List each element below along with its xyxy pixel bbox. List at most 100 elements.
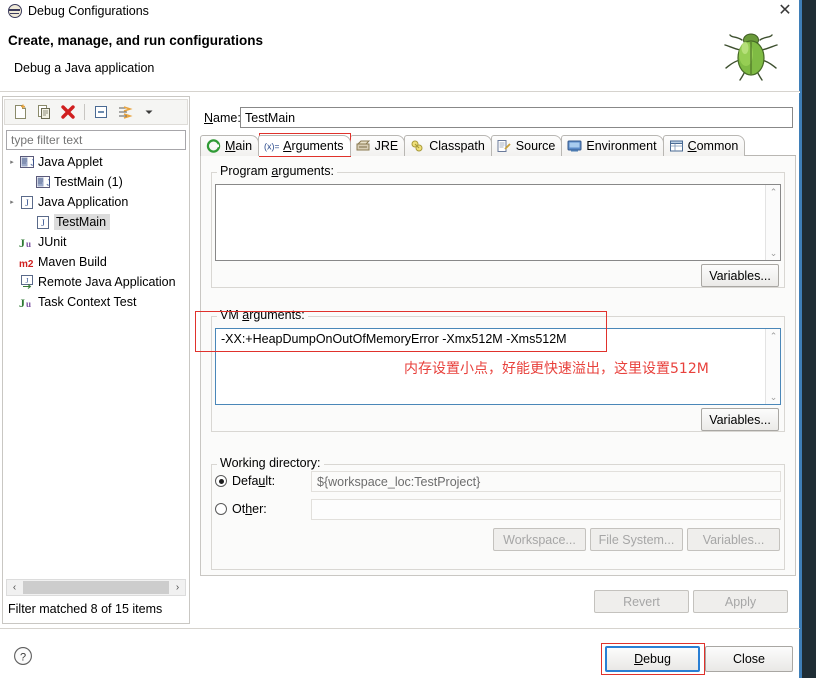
- tree-item-maven-build[interactable]: m2 Maven Build: [6, 252, 186, 272]
- program-arguments-variables-label: Variables...: [709, 268, 771, 283]
- vm-arguments-value: -XX:+HeapDumpOnOutOfMemoryError -Xmx512M…: [221, 332, 567, 346]
- file-system-button[interactable]: File System...: [590, 528, 683, 551]
- jre-icon: [356, 139, 371, 153]
- footer-divider: [0, 628, 800, 629]
- apply-button[interactable]: Apply: [693, 590, 788, 613]
- svg-text:J: J: [25, 277, 28, 285]
- tab-jre[interactable]: JRE: [349, 135, 406, 156]
- tree-item-label: Task Context Test: [38, 295, 137, 309]
- tab-main[interactable]: Main: [200, 135, 260, 156]
- default-radio-label: Default:: [232, 474, 276, 488]
- common-icon: [669, 139, 684, 153]
- debug-button[interactable]: Debug: [605, 646, 700, 672]
- tab-common[interactable]: Common: [662, 135, 746, 156]
- tab-label: Classpath: [429, 139, 485, 153]
- tree-item-junit[interactable]: Ju JUnit: [6, 232, 186, 252]
- vm-arguments-variables-button[interactable]: Variables...: [701, 408, 779, 431]
- tree-expand-arrow-icon[interactable]: ▸: [6, 158, 18, 166]
- vm-arguments-label: VM arguments:: [217, 308, 308, 322]
- close-icon[interactable]: ✕: [774, 1, 796, 21]
- tab-label: Environment: [586, 139, 657, 153]
- program-arguments-textarea[interactable]: [215, 184, 781, 261]
- default-radio[interactable]: [215, 475, 227, 487]
- filter-sort-icon[interactable]: [114, 101, 136, 123]
- program-arguments-scrollbar[interactable]: ⌃ ⌄: [765, 185, 780, 260]
- file-system-button-label: File System...: [598, 532, 675, 547]
- tree-item-label: Java Application: [38, 195, 129, 209]
- tree-item-remote-java-application[interactable]: J Remote Java Application: [6, 272, 186, 292]
- tab-label: JRE: [374, 139, 399, 153]
- tab-source[interactable]: Source: [490, 135, 563, 156]
- scroll-down-icon[interactable]: ⌄: [766, 246, 781, 260]
- working-directory-variables-button[interactable]: Variables...: [687, 528, 780, 551]
- tab-label: Common: [687, 139, 739, 153]
- tree-item-testmain-1[interactable]: J TestMain (1): [6, 172, 186, 192]
- other-radio[interactable]: [215, 503, 227, 515]
- tree-item-java-applet[interactable]: ▸ J Java Applet: [6, 152, 186, 172]
- vm-arguments-scrollbar[interactable]: ⌃ ⌄: [765, 329, 780, 404]
- svg-text:(x)=: (x)=: [264, 142, 279, 152]
- working-directory-default-row[interactable]: Default:: [215, 474, 275, 488]
- tab-label: Main: [225, 139, 253, 153]
- debug-button-label: Debug: [634, 652, 671, 666]
- red-x-delete-icon[interactable]: [57, 101, 79, 123]
- name-label: Name:: [204, 111, 241, 125]
- scroll-thumb[interactable]: [23, 581, 169, 594]
- green-bug-icon: [724, 33, 778, 81]
- close-button[interactable]: Close: [705, 646, 793, 672]
- java-application-icon: J: [18, 194, 35, 210]
- filter-input[interactable]: [6, 130, 186, 150]
- tab-label: Arguments: [283, 139, 344, 153]
- workspace-button-label: Workspace...: [503, 532, 576, 547]
- svg-text:J: J: [19, 236, 25, 250]
- configurations-tree[interactable]: ▸ J Java Applet J TestMain (1) ▸ J Java Applica…: [6, 152, 186, 577]
- maven-m2-icon: m2: [18, 254, 35, 270]
- scroll-down-icon[interactable]: ⌄: [766, 390, 781, 404]
- window-right-edge: [802, 0, 816, 678]
- svg-text:u: u: [26, 239, 31, 249]
- tree-horizontal-scrollbar[interactable]: ‹ ›: [6, 579, 186, 596]
- java-application-icon: J: [34, 214, 51, 230]
- tab-arguments[interactable]: (x)= Arguments: [258, 135, 351, 156]
- tree-expand-arrow-icon[interactable]: ▸: [6, 198, 18, 206]
- revert-button[interactable]: Revert: [594, 590, 689, 613]
- tree-item-testmain[interactable]: J TestMain: [6, 212, 186, 232]
- scroll-right-icon[interactable]: ›: [170, 582, 185, 593]
- title-bar: Debug Configurations: [0, 0, 800, 22]
- scroll-up-icon[interactable]: ⌃: [766, 185, 781, 199]
- scroll-up-icon[interactable]: ⌃: [766, 329, 781, 343]
- main-green-circle-icon: [206, 139, 221, 153]
- tree-item-label: Remote Java Application: [38, 275, 176, 289]
- scroll-left-icon[interactable]: ‹: [7, 582, 22, 593]
- tab-classpath[interactable]: Classpath: [404, 135, 492, 156]
- source-icon: [497, 139, 512, 153]
- junit-icon: Ju: [18, 294, 35, 310]
- header-divider-highlight: [0, 92, 800, 93]
- remote-java-application-icon: J: [18, 274, 35, 290]
- help-question-icon[interactable]: ?: [13, 646, 33, 666]
- name-input[interactable]: [240, 107, 793, 128]
- tree-item-label: TestMain (1): [54, 175, 123, 189]
- chinese-annotation: 内存设置小点，好能更快速溢出，这里设置512M: [404, 361, 709, 377]
- tree-item-java-application[interactable]: ▸ J Java Application: [6, 192, 186, 212]
- other-radio-label: Other:: [232, 502, 267, 516]
- tab-environment[interactable]: Environment: [561, 135, 664, 156]
- collapse-all-icon[interactable]: [90, 101, 112, 123]
- vm-arguments-variables-label: Variables...: [709, 412, 771, 427]
- page-title: Create, manage, and run configurations: [8, 33, 264, 48]
- tree-item-task-context-test[interactable]: Ju Task Context Test: [6, 292, 186, 312]
- chevron-down-icon[interactable]: [138, 101, 160, 123]
- working-directory-other-field[interactable]: [311, 499, 781, 520]
- svg-text:m2: m2: [19, 259, 34, 270]
- new-document-icon[interactable]: [9, 101, 31, 123]
- working-directory-other-row[interactable]: Other:: [215, 502, 267, 516]
- tree-item-label: Maven Build: [38, 255, 107, 269]
- program-arguments-variables-button[interactable]: Variables...: [701, 264, 779, 287]
- tree-item-label: JUnit: [38, 235, 67, 249]
- page-subtitle: Debug a Java application: [14, 61, 155, 75]
- program-arguments-label: Program arguments:: [217, 164, 337, 178]
- copy-icon[interactable]: [33, 101, 55, 123]
- working-directory-variables-label: Variables...: [702, 532, 765, 547]
- workspace-button[interactable]: Workspace...: [493, 528, 586, 551]
- working-directory-default-field: ${workspace_loc:TestProject}: [311, 471, 781, 492]
